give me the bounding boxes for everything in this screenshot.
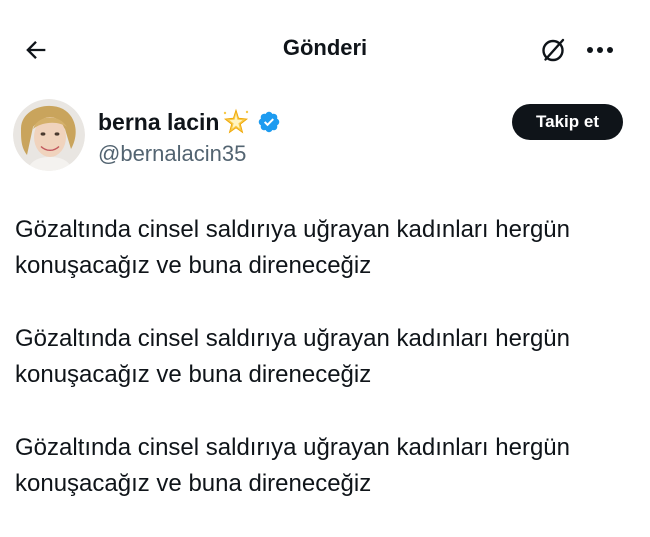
profile-photo xyxy=(13,99,85,171)
tweet-line: konuşacağız ve buna direneceğiz xyxy=(15,252,372,279)
verified-badge-icon xyxy=(257,110,281,134)
sparkle-emoji-icon xyxy=(221,107,251,137)
tweet-line: Gözaltında cinsel saldırıya uğrayan kadı… xyxy=(15,325,570,352)
view-blocked-button[interactable] xyxy=(532,28,576,72)
author-name[interactable]: berna lacin xyxy=(98,104,219,140)
top-bar: Gönderi xyxy=(0,0,650,96)
tweet-text: Gözaltında cinsel saldırıya uğrayan kadı… xyxy=(15,212,643,502)
tweet-line: Gözaltında cinsel saldırıya uğrayan kadı… xyxy=(15,216,570,243)
tweet-paragraph: Gözaltında cinsel saldırıya uğrayan kadı… xyxy=(15,430,643,502)
tweet-line: Gözaltında cinsel saldırıya uğrayan kadı… xyxy=(15,434,570,461)
author-handle[interactable]: @bernalacin35 xyxy=(98,138,246,170)
tweet-paragraph: Gözaltında cinsel saldırıya uğrayan kadı… xyxy=(15,321,643,393)
more-options-button[interactable] xyxy=(578,28,622,72)
circle-slash-icon xyxy=(542,38,565,62)
tweet-paragraph: Gözaltında cinsel saldırıya uğrayan kadı… xyxy=(15,212,643,284)
tweet-line: konuşacağız ve buna direneceğiz xyxy=(15,361,372,388)
avatar[interactable] xyxy=(13,99,85,171)
author-name-row: berna lacin xyxy=(98,104,281,140)
tweet-line: konuşacağız ve buna direneceğiz xyxy=(15,470,372,497)
follow-button[interactable]: Takip et xyxy=(512,104,623,140)
more-dots-icon xyxy=(587,47,613,53)
